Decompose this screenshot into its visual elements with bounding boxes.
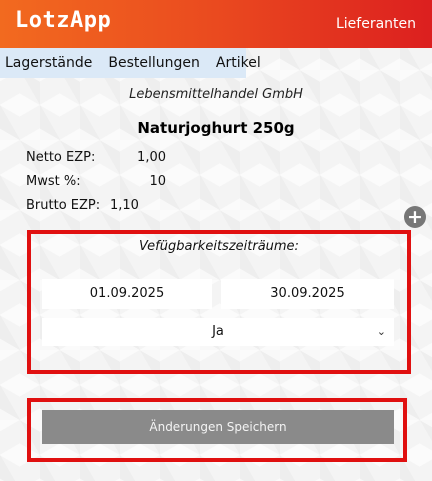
chevron-down-icon: ⌄ xyxy=(376,325,386,338)
start-date-input[interactable]: 01.09.2025 xyxy=(42,279,212,309)
brutto-value: 1,10 xyxy=(110,198,139,213)
product-title: Naturjoghurt 250g xyxy=(137,119,295,137)
main-nav: Lagerstände Bestellungen Artikel xyxy=(0,48,261,78)
price-row-netto: Netto EZP: 1,00 xyxy=(26,150,166,165)
app-header: LotzApp Lieferanten xyxy=(0,0,432,48)
nav-item-stock[interactable]: Lagerstände xyxy=(5,55,92,71)
netto-label: Netto EZP: xyxy=(26,150,96,165)
availability-title: Vefügbarkeitszeiträume: xyxy=(139,239,299,254)
price-row-vat: Mwst %: 10 xyxy=(26,174,166,189)
plus-circle-icon[interactable]: + xyxy=(404,206,426,228)
company-name: Lebensmittelhandel GmbH xyxy=(129,87,303,102)
nav-item-articles[interactable]: Artikel xyxy=(216,55,261,71)
availability-select-value: Ja xyxy=(212,324,224,339)
save-changes-button[interactable]: Änderungen Speichern xyxy=(42,410,394,444)
availability-select[interactable]: Ja ⌄ xyxy=(42,318,394,346)
end-date-input[interactable]: 30.09.2025 xyxy=(221,279,394,309)
vat-value: 10 xyxy=(149,174,166,189)
price-row-brutto: Brutto EZP: 1,10 xyxy=(26,198,150,213)
vat-label: Mwst %: xyxy=(26,174,81,189)
app-logo: LotzApp xyxy=(15,8,112,33)
netto-value: 1,00 xyxy=(137,150,166,165)
suppliers-link[interactable]: Lieferanten xyxy=(336,16,416,32)
brutto-label: Brutto EZP: xyxy=(26,198,101,213)
nav-item-orders[interactable]: Bestellungen xyxy=(108,55,200,71)
